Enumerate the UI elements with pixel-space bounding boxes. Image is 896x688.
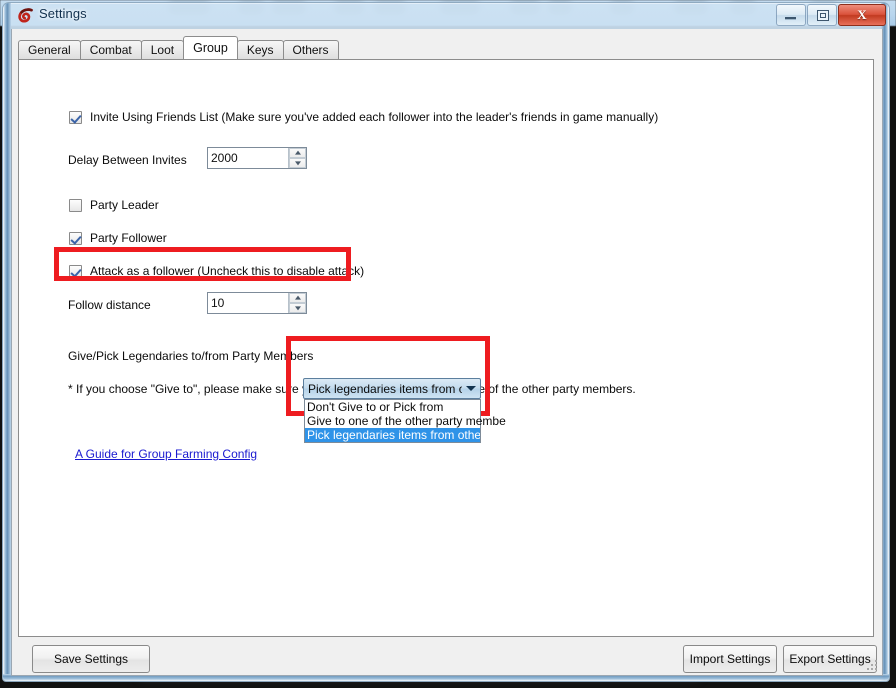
stepper-down-button[interactable] bbox=[289, 303, 306, 313]
legendaries-dropdown-value: Pick legendaries items from othe bbox=[308, 381, 462, 396]
checkbox-box bbox=[69, 264, 82, 278]
checkbox-box bbox=[69, 198, 82, 212]
follow-distance-value[interactable]: 10 bbox=[208, 293, 288, 313]
tab-strip: General Combat Loot Group Keys Others bbox=[18, 36, 339, 59]
title-bar[interactable]: Settings X bbox=[3, 3, 889, 29]
group-farming-guide-link[interactable]: A Guide for Group Farming Config bbox=[75, 447, 257, 461]
maximize-button[interactable] bbox=[807, 4, 837, 26]
tab-others[interactable]: Others bbox=[282, 40, 339, 59]
window-frame-left bbox=[3, 3, 11, 681]
arrow-down-icon bbox=[294, 161, 301, 166]
minimize-button[interactable] bbox=[776, 4, 806, 26]
arrow-up-icon bbox=[294, 150, 301, 155]
follow-distance-label: Follow distance bbox=[68, 298, 151, 312]
close-icon: X bbox=[857, 7, 867, 22]
chevron-down-icon[interactable] bbox=[462, 379, 480, 398]
dropdown-option-give-to[interactable]: Give to one of the other party membe bbox=[305, 414, 506, 428]
give-to-note-prefix: * If you choose "Give to", please make s… bbox=[68, 382, 322, 396]
delay-between-invites-value[interactable]: 2000 bbox=[208, 148, 288, 168]
tab-general[interactable]: General bbox=[18, 40, 81, 59]
attack-as-follower-label: Attack as a follower (Uncheck this to di… bbox=[90, 264, 365, 278]
export-settings-button[interactable]: Export Settings bbox=[783, 645, 877, 673]
swirl-icon bbox=[18, 8, 33, 23]
legendaries-dropdown[interactable]: Pick legendaries items from othe bbox=[303, 378, 481, 399]
stepper-up-button[interactable] bbox=[289, 148, 306, 158]
attack-as-follower-checkbox[interactable]: Attack as a follower (Uncheck this to di… bbox=[69, 264, 364, 278]
close-button[interactable]: X bbox=[838, 4, 886, 26]
tab-loot[interactable]: Loot bbox=[140, 40, 185, 59]
minimize-icon bbox=[785, 17, 796, 20]
give-to-note-suffix: one of the other party members. bbox=[465, 382, 636, 396]
dropdown-option-pick-from[interactable]: Pick legendaries items from other par bbox=[305, 428, 480, 442]
invite-friends-checkbox[interactable]: Invite Using Friends List (Make sure you… bbox=[69, 110, 658, 124]
invite-friends-label: Invite Using Friends List (Make sure you… bbox=[90, 110, 659, 124]
party-leader-label: Party Leader bbox=[90, 198, 159, 212]
import-settings-button[interactable]: Import Settings bbox=[683, 645, 777, 673]
party-follower-label: Party Follower bbox=[90, 231, 167, 245]
stepper-buttons[interactable] bbox=[288, 148, 306, 168]
tab-combat[interactable]: Combat bbox=[79, 40, 142, 59]
legendaries-dropdown-list[interactable]: Don't Give to or Pick from Give to one o… bbox=[304, 399, 506, 443]
party-leader-checkbox[interactable]: Party Leader bbox=[69, 198, 159, 212]
tab-keys[interactable]: Keys bbox=[236, 40, 284, 59]
arrow-down-icon bbox=[294, 306, 301, 311]
delay-between-invites-stepper[interactable]: 2000 bbox=[207, 147, 307, 169]
client-area: General Combat Loot Group Keys Others In… bbox=[11, 29, 883, 676]
checkbox-box bbox=[69, 231, 82, 245]
arrow-up-icon bbox=[294, 295, 301, 300]
delay-between-invites-label: Delay Between Invites bbox=[68, 153, 187, 167]
dropdown-option-dont-give[interactable]: Don't Give to or Pick from bbox=[305, 400, 480, 414]
legendaries-label: Give/Pick Legendaries to/from Party Memb… bbox=[68, 349, 314, 363]
party-follower-checkbox[interactable]: Party Follower bbox=[69, 231, 167, 245]
settings-window: Settings X General Combat Loot Group Key… bbox=[2, 2, 890, 682]
maximize-icon bbox=[817, 10, 829, 21]
stepper-down-button[interactable] bbox=[289, 158, 306, 168]
stepper-buttons[interactable] bbox=[288, 293, 306, 313]
save-settings-button[interactable]: Save Settings bbox=[32, 645, 150, 673]
resize-grip[interactable] bbox=[867, 660, 879, 672]
window-controls: X bbox=[775, 4, 886, 26]
window-title: Settings bbox=[39, 6, 87, 21]
follow-distance-stepper[interactable]: 10 bbox=[207, 292, 307, 314]
group-tab-page: Invite Using Friends List (Make sure you… bbox=[18, 59, 874, 637]
stepper-up-button[interactable] bbox=[289, 293, 306, 303]
checkbox-box bbox=[69, 110, 82, 124]
tab-group[interactable]: Group bbox=[183, 36, 238, 59]
